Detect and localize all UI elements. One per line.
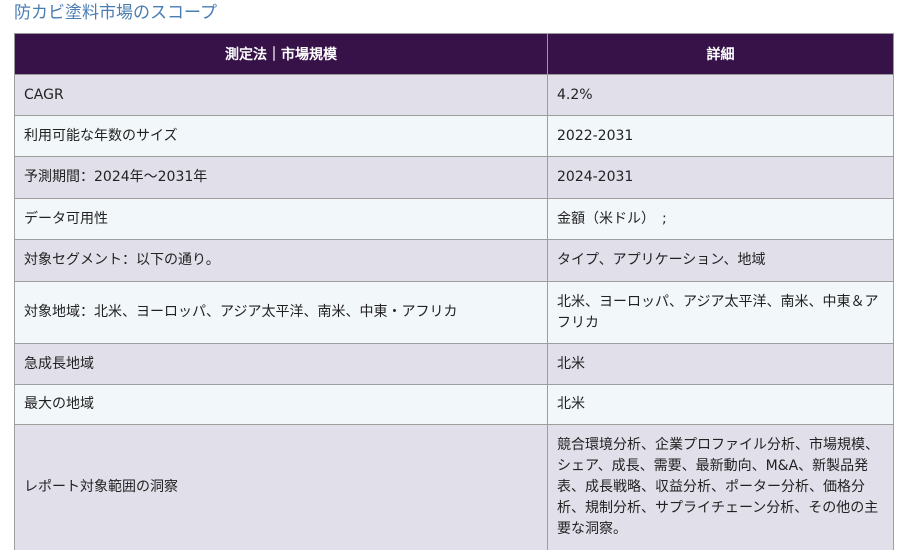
row-value: 金額（米ドル） ; (547, 198, 894, 240)
row-value: 2022-2031 (547, 115, 894, 157)
table-row: 対象地域：北米、ヨーロッパ、アジア太平洋、南米、中東・アフリカ 北米、ヨーロッパ… (14, 281, 894, 344)
row-value: 北米 (547, 384, 894, 425)
row-value: タイプ、アプリケーション、地域 (547, 239, 894, 282)
table-row: 最大の地域 北米 (14, 384, 894, 425)
row-label: 予測期間：2024年～2031年 (14, 156, 548, 199)
table-header-row: 測定法｜市場規模 詳細 (14, 33, 894, 75)
row-label: 対象セグメント：以下の通り。 (14, 239, 548, 282)
table-row: 対象セグメント：以下の通り。 タイプ、アプリケーション、地域 (14, 239, 894, 282)
table-row: 予測期間：2024年～2031年 2024-2031 (14, 156, 894, 199)
row-value: 北米 (547, 343, 894, 385)
scope-table: 測定法｜市場規模 詳細 CAGR 4.2% 利用可能な年数のサイズ 2022-2… (14, 33, 894, 550)
page: 防カビ塗料市場のスコープ 測定法｜市場規模 詳細 CAGR 4.2% 利用可能な… (0, 0, 897, 550)
row-label: データ可用性 (14, 198, 548, 240)
column-header-details: 詳細 (547, 33, 894, 75)
row-label: 利用可能な年数のサイズ (14, 115, 548, 157)
table-row: データ可用性 金額（米ドル） ; (14, 198, 894, 240)
row-value: 2024-2031 (547, 156, 894, 199)
row-value: 競合環境分析、企業プロファイル分析、市場規模、シェア、成長、需要、最新動向、M&… (547, 424, 894, 550)
table-row: 利用可能な年数のサイズ 2022-2031 (14, 115, 894, 157)
row-value: 北米、ヨーロッパ、アジア太平洋、南米、中東＆アフリカ (547, 281, 894, 344)
row-label: 急成長地域 (14, 343, 548, 385)
row-label: レポート対象範囲の洞察 (14, 424, 548, 550)
table-row: レポート対象範囲の洞察 競合環境分析、企業プロファイル分析、市場規模、シェア、成… (14, 424, 894, 550)
page-title: 防カビ塗料市場のスコープ (14, 3, 217, 23)
row-label: 対象地域：北米、ヨーロッパ、アジア太平洋、南米、中東・アフリカ (14, 281, 548, 344)
table-row: 急成長地域 北米 (14, 343, 894, 385)
row-label: CAGR (14, 74, 548, 116)
column-header-metric: 測定法｜市場規模 (14, 33, 548, 75)
row-label: 最大の地域 (14, 384, 548, 425)
table-row: CAGR 4.2% (14, 74, 894, 116)
row-value: 4.2% (547, 74, 894, 116)
